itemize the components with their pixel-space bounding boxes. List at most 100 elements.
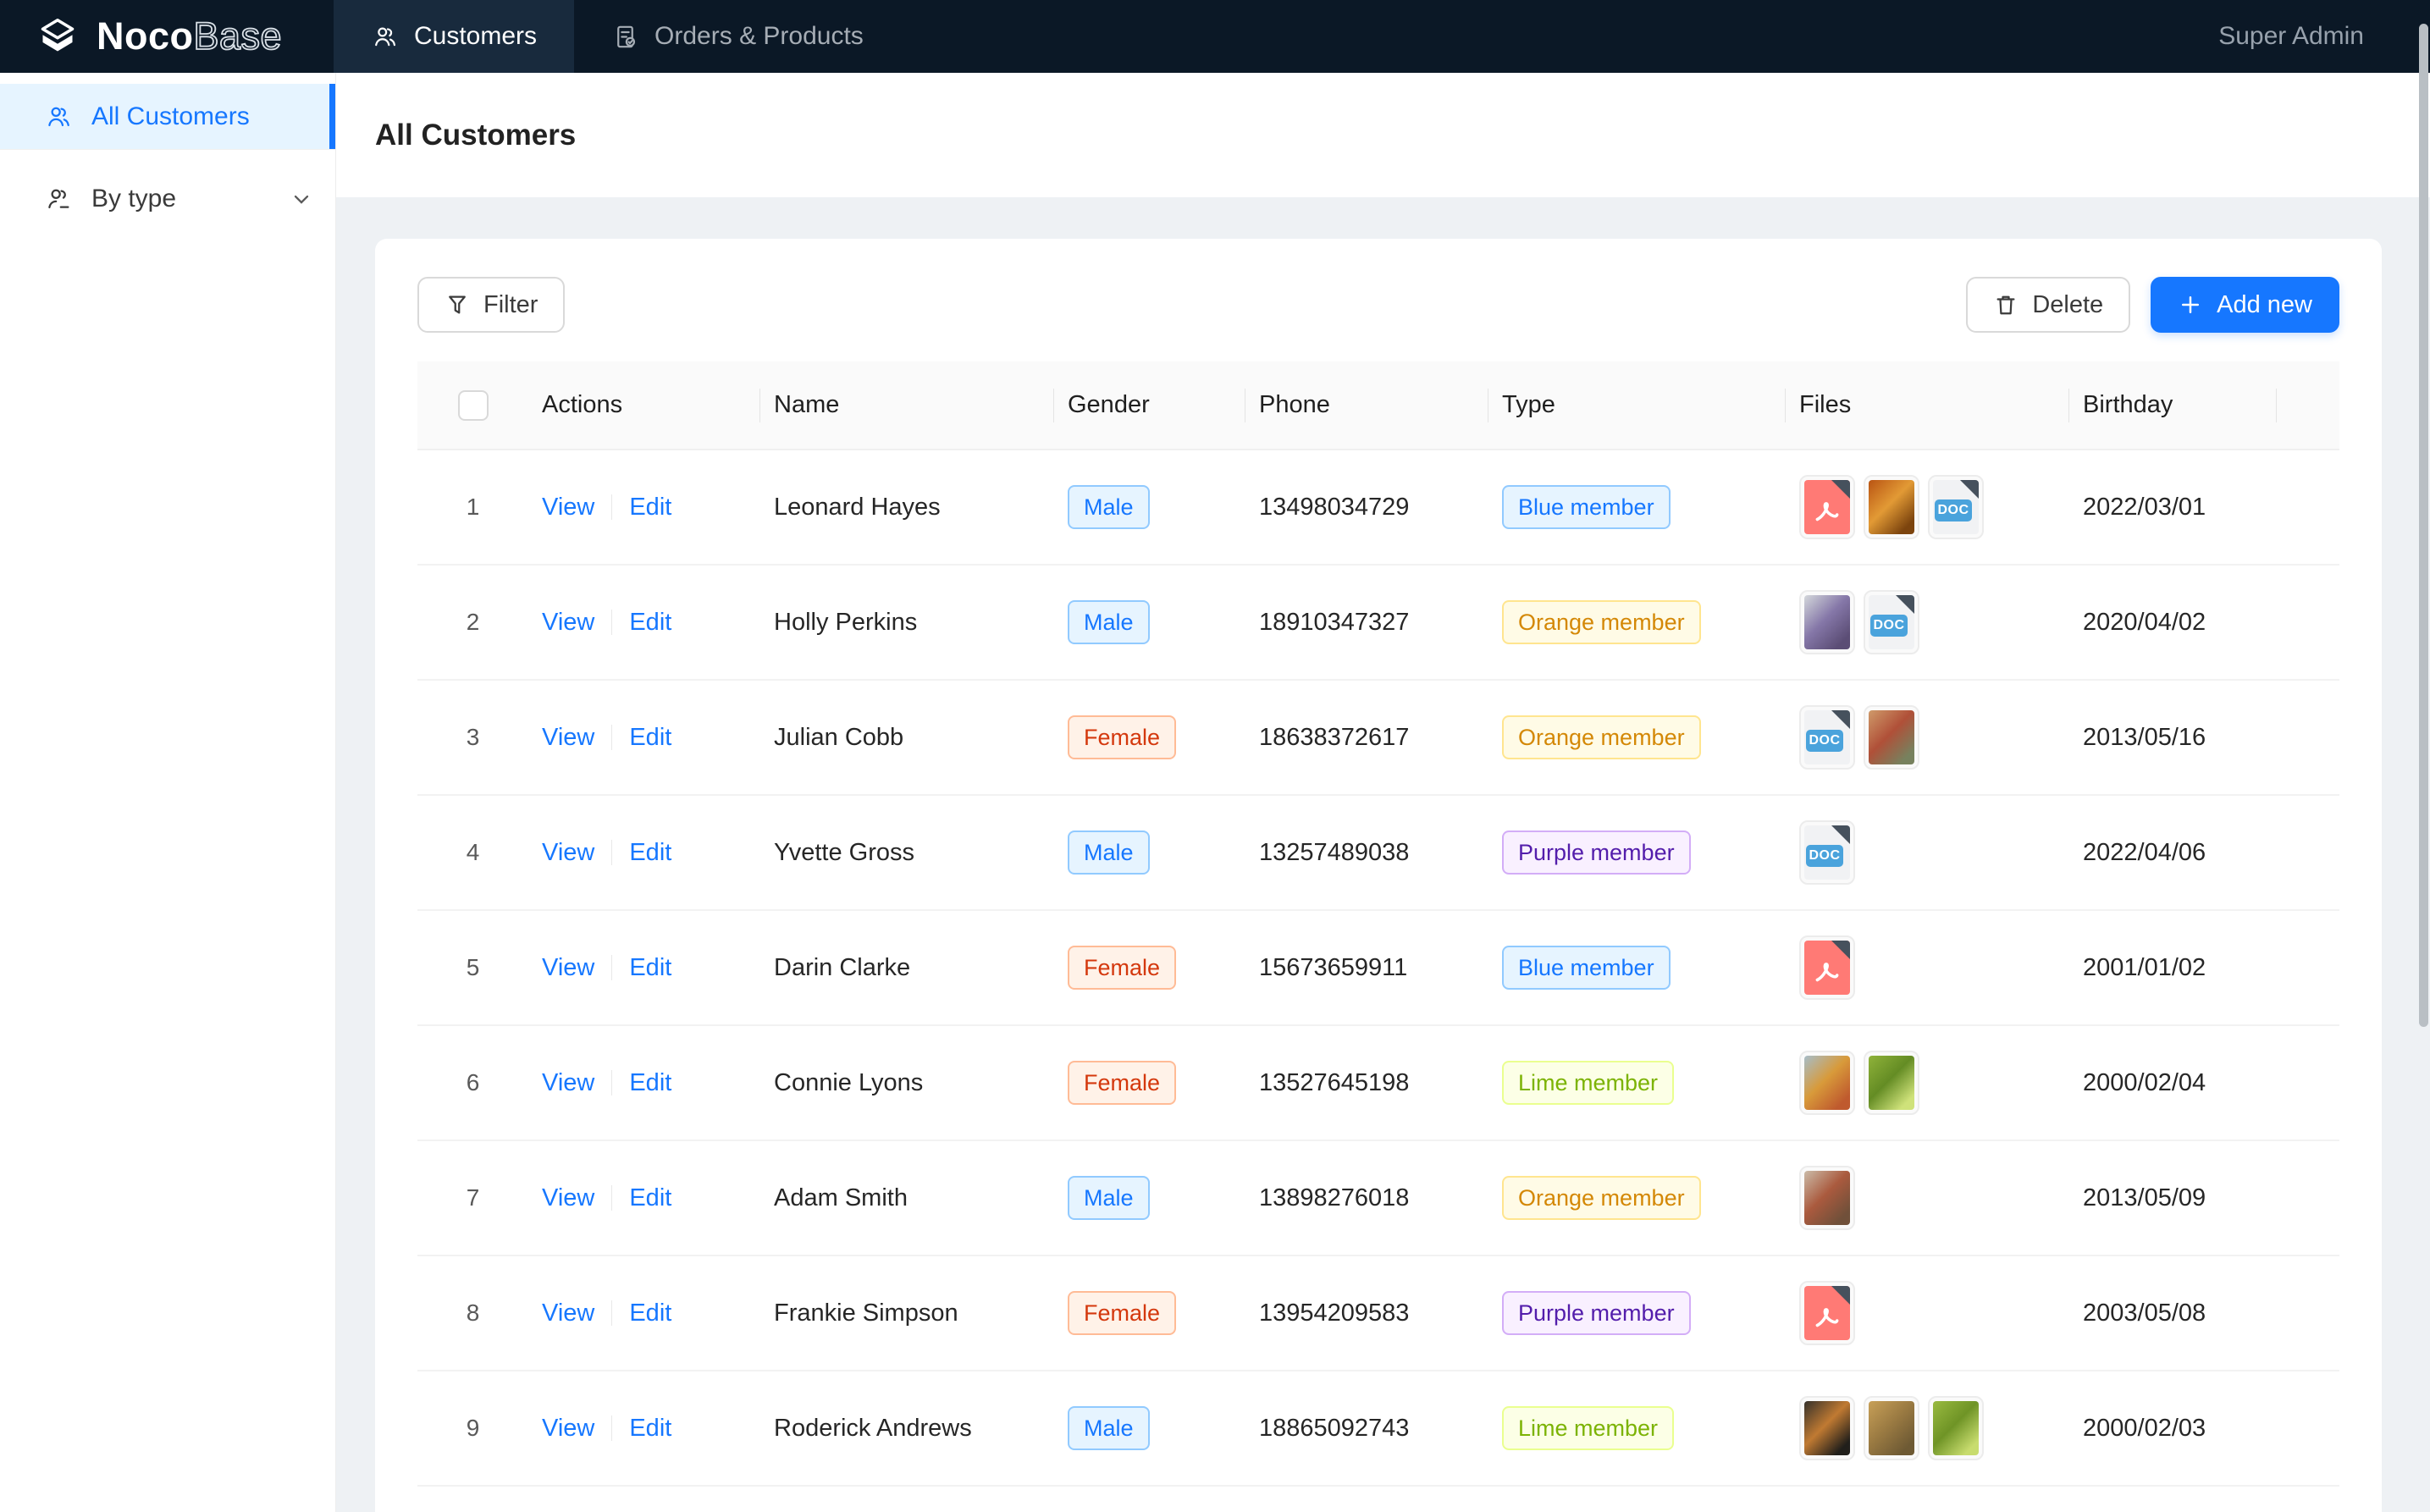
image-thumbnail[interactable] xyxy=(1928,1396,1984,1460)
image-thumbnail[interactable] xyxy=(1799,590,1855,654)
table-row: 1 ViewEdit Leonard Hayes Male 1349803472… xyxy=(417,450,2339,565)
table-body: 1 ViewEdit Leonard Hayes Male 1349803472… xyxy=(417,450,2339,1486)
view-link[interactable]: View xyxy=(542,1300,594,1327)
customers-table: Actions Name Gender Phone Type Files Bir… xyxy=(417,361,2339,1487)
edit-link[interactable]: Edit xyxy=(629,954,671,981)
pdf-file-icon[interactable] xyxy=(1799,935,1855,1000)
chevron-down-icon xyxy=(290,187,313,211)
logo-text: NocoBase xyxy=(97,14,282,58)
tab-customers[interactable]: Customers xyxy=(334,0,574,73)
customer-name: Adam Smith xyxy=(774,1184,908,1211)
column-header-actions: Actions xyxy=(528,361,760,450)
row-index: 5 xyxy=(467,954,480,980)
sidebar-item-label: By type xyxy=(91,185,176,213)
doc-file-icon[interactable]: DOC xyxy=(1799,820,1855,885)
pdf-file-icon[interactable] xyxy=(1799,475,1855,539)
delete-button[interactable]: Delete xyxy=(1966,277,2130,333)
phone-number: 18865092743 xyxy=(1259,1415,1409,1442)
image-thumbnail[interactable] xyxy=(1864,1051,1919,1115)
view-link[interactable]: View xyxy=(542,494,594,521)
image-thumbnail[interactable] xyxy=(1799,1166,1855,1230)
column-header-name: Name xyxy=(760,361,1054,450)
phone-number: 13527645198 xyxy=(1259,1069,1409,1096)
view-link[interactable]: View xyxy=(542,839,594,866)
files-cell xyxy=(1799,935,2056,1000)
view-link[interactable]: View xyxy=(542,609,594,636)
action-divider xyxy=(611,840,612,865)
pdf-file-icon[interactable] xyxy=(1799,1281,1855,1345)
add-new-button[interactable]: Add new xyxy=(2151,277,2339,333)
doc-label: DOC xyxy=(1870,615,1908,637)
image-thumbnail[interactable] xyxy=(1864,705,1919,770)
files-cell xyxy=(1799,1396,2056,1460)
delete-label: Delete xyxy=(2032,291,2103,319)
action-divider xyxy=(611,1185,612,1211)
filter-button[interactable]: Filter xyxy=(417,277,565,333)
member-type-tag: Purple member xyxy=(1502,1291,1691,1335)
action-divider xyxy=(611,1415,612,1441)
birthday: 2001/01/02 xyxy=(2083,954,2206,981)
table-row: 2 ViewEdit Holly Perkins Male 1891034732… xyxy=(417,565,2339,680)
edit-link[interactable]: Edit xyxy=(629,1069,671,1096)
select-all-checkbox[interactable] xyxy=(458,390,489,421)
doc-file-icon[interactable]: DOC xyxy=(1928,475,1984,539)
sidebar-item-by-type[interactable]: By type xyxy=(0,166,335,231)
row-index: 4 xyxy=(467,839,480,865)
phone-number: 18910347327 xyxy=(1259,609,1409,636)
edit-link[interactable]: Edit xyxy=(629,1184,671,1211)
doc-file-icon[interactable]: DOC xyxy=(1799,705,1855,770)
edit-link[interactable]: Edit xyxy=(629,839,671,866)
edit-link[interactable]: Edit xyxy=(629,1415,671,1442)
action-divider xyxy=(611,610,612,635)
birthday: 2013/05/09 xyxy=(2083,1184,2206,1211)
view-link[interactable]: View xyxy=(542,1184,594,1211)
navbar-spacer xyxy=(901,0,2218,73)
view-link[interactable]: View xyxy=(542,1415,594,1442)
row-index: 8 xyxy=(467,1300,480,1326)
view-link[interactable]: View xyxy=(542,724,594,751)
image-thumbnail[interactable] xyxy=(1799,1051,1855,1115)
add-new-label: Add new xyxy=(2217,291,2312,319)
user-menu[interactable]: Super Admin xyxy=(2218,0,2430,73)
image-thumbnail[interactable] xyxy=(1864,1396,1919,1460)
table-row: 8 ViewEdit Frankie Simpson Female 139542… xyxy=(417,1255,2339,1371)
nocobase-cube-icon xyxy=(34,13,81,60)
birthday: 2000/02/04 xyxy=(2083,1069,2206,1096)
vertical-scrollbar[interactable] xyxy=(2419,24,2428,1027)
member-type-tag: Lime member xyxy=(1502,1406,1674,1450)
column-header-extra xyxy=(2277,361,2339,450)
edit-link[interactable]: Edit xyxy=(629,609,671,636)
sidebar-item-all-customers[interactable]: All Customers xyxy=(0,84,335,149)
sidebar: All Customers By type xyxy=(0,73,336,1512)
table-row: 4 ViewEdit Yvette Gross Male 13257489038… xyxy=(417,795,2339,910)
customer-name: Roderick Andrews xyxy=(774,1415,972,1442)
edit-link[interactable]: Edit xyxy=(629,1300,671,1327)
image-thumbnail[interactable] xyxy=(1864,475,1919,539)
gender-tag: Female xyxy=(1068,715,1176,759)
edit-link[interactable]: Edit xyxy=(629,724,671,751)
table-row: 9 ViewEdit Roderick Andrews Male 1886509… xyxy=(417,1371,2339,1486)
edit-link[interactable]: Edit xyxy=(629,494,671,521)
image-thumbnail[interactable] xyxy=(1799,1396,1855,1460)
view-link[interactable]: View xyxy=(542,954,594,981)
customer-name: Darin Clarke xyxy=(774,954,910,981)
row-index: 9 xyxy=(467,1415,480,1441)
customers-card: Filter Delete Add new xyxy=(375,239,2382,1512)
customer-name: Leonard Hayes xyxy=(774,494,941,521)
doc-file-icon[interactable]: DOC xyxy=(1864,590,1919,654)
action-divider xyxy=(611,1070,612,1095)
birthday: 2003/05/08 xyxy=(2083,1300,2206,1327)
main-area: All Customers Filter Delete Add new xyxy=(336,73,2430,1512)
files-cell xyxy=(1799,1051,2056,1115)
files-cell: DOC xyxy=(1799,475,2056,539)
birthday: 2022/04/06 xyxy=(2083,839,2206,866)
tab-orders-products[interactable]: Orders & Products xyxy=(574,0,901,73)
table-row: 6 ViewEdit Connie Lyons Female 135276451… xyxy=(417,1025,2339,1140)
member-type-tag: Orange member xyxy=(1502,715,1701,759)
filter-icon xyxy=(445,292,470,317)
user-name: Super Admin xyxy=(2218,22,2364,51)
view-link[interactable]: View xyxy=(542,1069,594,1096)
table-row: 3 ViewEdit Julian Cobb Female 1863837261… xyxy=(417,680,2339,795)
files-cell: DOC xyxy=(1799,705,2056,770)
plus-icon xyxy=(2178,292,2203,317)
